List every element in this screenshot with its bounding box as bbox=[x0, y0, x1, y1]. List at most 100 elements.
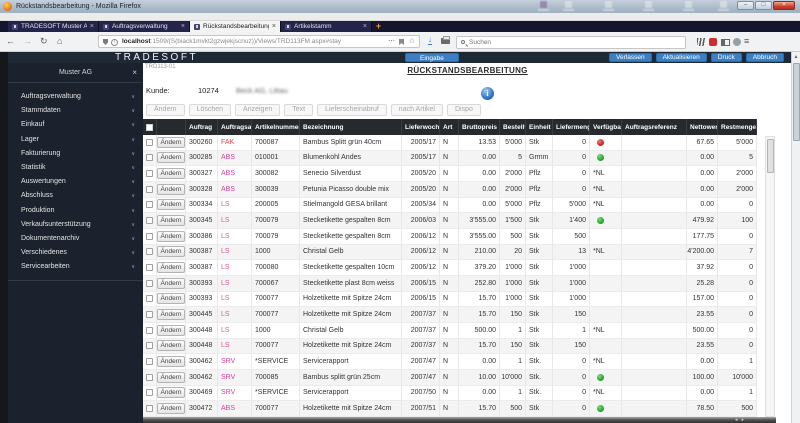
aktualisieren-button[interactable]: Aktualisieren bbox=[655, 53, 707, 62]
new-tab-button[interactable]: + bbox=[372, 21, 385, 32]
grid-scrollbar-thumb[interactable] bbox=[766, 139, 774, 173]
sidebar-item-produktion[interactable]: Produktion ∨ bbox=[8, 204, 143, 218]
row-aendern-button[interactable]: Ändern bbox=[157, 215, 185, 227]
print-icon[interactable] bbox=[441, 36, 450, 44]
text-button[interactable]: Text bbox=[284, 104, 314, 116]
row-checkbox[interactable] bbox=[146, 358, 153, 366]
row-aendern-button[interactable]: Ändern bbox=[157, 277, 185, 289]
sidebar-item-lager[interactable]: Lager ∨ bbox=[8, 133, 143, 147]
select-all-checkbox[interactable] bbox=[146, 123, 153, 131]
back-icon[interactable]: ← bbox=[6, 36, 15, 47]
sidebar-item-dokumentenarchiv[interactable]: Dokumentenarchiv ∨ bbox=[8, 232, 143, 246]
maximize-button[interactable]: □ bbox=[755, 1, 772, 10]
row-aendern-button[interactable]: Ändern bbox=[157, 230, 185, 242]
row-aendern-button[interactable]: Ändern bbox=[157, 309, 185, 321]
sidebar-item-servicearbeiten[interactable]: Servicearbeiten ∨ bbox=[8, 260, 143, 274]
tab-close-icon[interactable]: × bbox=[363, 23, 367, 30]
row-aendern-button[interactable]: Ändern bbox=[157, 387, 185, 399]
tab-close-icon[interactable]: × bbox=[181, 23, 185, 30]
row-checkbox[interactable] bbox=[146, 201, 153, 209]
row-checkbox[interactable] bbox=[146, 138, 153, 146]
row-checkbox[interactable] bbox=[146, 232, 153, 240]
eingabe-button[interactable]: Eingabe bbox=[405, 53, 459, 62]
row-checkbox[interactable] bbox=[146, 170, 153, 178]
forward-icon[interactable]: → bbox=[23, 36, 32, 47]
row-checkbox[interactable] bbox=[146, 217, 153, 225]
row-checkbox[interactable] bbox=[146, 326, 153, 334]
adblock-icon[interactable] bbox=[709, 38, 717, 46]
row-checkbox[interactable] bbox=[146, 248, 153, 256]
scroll-up-icon[interactable]: ▲ bbox=[792, 52, 800, 62]
tracking-protection-icon[interactable] bbox=[103, 39, 108, 45]
dispo-button[interactable]: Dispo bbox=[446, 104, 481, 116]
lieferscheinabruf-button[interactable]: Lieferscheinabruf bbox=[317, 104, 387, 116]
row-aendern-button[interactable]: Ändern bbox=[157, 183, 185, 195]
sidebar-item-statistik[interactable]: Statistik ∨ bbox=[8, 161, 143, 175]
row-aendern-button[interactable]: Ändern bbox=[157, 356, 185, 368]
url-bar[interactable]: i localhost:1509/(S(biack1mvkt2gzwjekjsc… bbox=[98, 35, 420, 48]
row-checkbox[interactable] bbox=[146, 404, 153, 412]
row-checkbox[interactable] bbox=[146, 373, 153, 381]
help-icon[interactable]: i bbox=[481, 87, 494, 100]
reload-icon[interactable]: ↻ bbox=[40, 36, 48, 47]
row-aendern-button[interactable]: Ändern bbox=[157, 152, 185, 164]
hscroll-arrows-icon[interactable]: ◂▸ bbox=[735, 417, 748, 423]
page-actions-icon[interactable]: ⋯ bbox=[388, 36, 395, 47]
row-checkbox[interactable] bbox=[146, 311, 153, 319]
verlassen-button[interactable]: Verlassen bbox=[609, 53, 652, 62]
row-aendern-button[interactable]: Ändern bbox=[157, 340, 185, 352]
row-checkbox[interactable] bbox=[146, 279, 153, 287]
row-checkbox[interactable] bbox=[146, 389, 153, 397]
site-info-icon[interactable]: i bbox=[111, 38, 118, 46]
grid-scrollbar[interactable] bbox=[765, 136, 775, 417]
sidebar-item-stammdaten[interactable]: Stammdaten ∨ bbox=[8, 104, 143, 118]
row-aendern-button[interactable]: Ändern bbox=[157, 168, 185, 180]
row-aendern-button[interactable]: Ändern bbox=[157, 136, 185, 148]
sidebar-item-verschiedenes[interactable]: Verschiedenes ∨ bbox=[8, 246, 143, 260]
sidebar-item-fakturierung[interactable]: Fakturierung ∨ bbox=[8, 147, 143, 161]
home-icon[interactable]: ⌂ bbox=[57, 36, 62, 47]
abbruch-button[interactable]: Abbruch bbox=[745, 53, 784, 62]
sidebar-item-einkauf[interactable]: Einkauf ∨ bbox=[8, 118, 143, 132]
tab-tradesoft-muster-ag[interactable]: TRADESOFT Muster AG × bbox=[8, 21, 99, 32]
anzeigen-button[interactable]: Anzeigen bbox=[235, 104, 281, 116]
l-schen-button[interactable]: Löschen bbox=[188, 104, 232, 116]
search-input[interactable] bbox=[469, 36, 679, 48]
tab-r-ckstandsbearbeitung[interactable]: Rückstandsbearbeitung × bbox=[190, 21, 281, 32]
druck-button[interactable]: Druck bbox=[710, 53, 742, 62]
row-aendern-button[interactable]: Ändern bbox=[157, 324, 185, 336]
row-checkbox[interactable] bbox=[146, 185, 153, 193]
pocket-icon[interactable] bbox=[399, 39, 404, 45]
tab-close-icon[interactable]: × bbox=[272, 23, 276, 30]
tab-close-icon[interactable]: × bbox=[90, 23, 94, 30]
ndern-button[interactable]: Ändern bbox=[146, 104, 185, 116]
tab-auftragsverwaltung[interactable]: Auftragsverwaltung × bbox=[99, 21, 190, 32]
close-icon[interactable]: × bbox=[132, 63, 137, 83]
row-checkbox[interactable] bbox=[146, 264, 153, 272]
row-aendern-button[interactable]: Ändern bbox=[157, 293, 185, 305]
sidebar-item-abschluss[interactable]: Abschluss ∨ bbox=[8, 189, 143, 203]
library-icon[interactable] bbox=[697, 38, 705, 46]
nach-artikel-button[interactable]: nach Artikel bbox=[390, 104, 443, 116]
row-aendern-button[interactable]: Ändern bbox=[157, 246, 185, 258]
close-button[interactable]: × bbox=[773, 1, 795, 10]
tab-artikelstamm[interactable]: Artikelstamm × bbox=[281, 21, 372, 32]
sidebar-item-auftragsverwaltung[interactable]: Auftragsverwaltung ∨ bbox=[8, 90, 143, 104]
account-icon[interactable] bbox=[733, 38, 741, 46]
search-box[interactable] bbox=[456, 35, 686, 49]
row-checkbox[interactable] bbox=[146, 154, 153, 162]
row-aendern-button[interactable]: Ändern bbox=[157, 199, 185, 211]
row-aendern-button[interactable]: Ändern bbox=[157, 371, 185, 383]
minimize-button[interactable]: – bbox=[737, 1, 754, 10]
sidebar-item-auswertungen[interactable]: Auswertungen ∨ bbox=[8, 175, 143, 189]
row-checkbox[interactable] bbox=[146, 342, 153, 350]
row-checkbox[interactable] bbox=[146, 295, 153, 303]
sidebar-item-verkaufsunterst-tzung[interactable]: Verkaufsunterstützung ∨ bbox=[8, 218, 143, 232]
row-aendern-button[interactable]: Ändern bbox=[157, 402, 185, 414]
sidebar-toggle-icon[interactable] bbox=[721, 38, 730, 46]
browser-scrollbar-thumb[interactable] bbox=[792, 63, 800, 141]
downloads-icon[interactable]: ↓ bbox=[428, 35, 432, 45]
row-aendern-button[interactable]: Ändern bbox=[157, 262, 185, 274]
menu-icon[interactable]: ≡ bbox=[744, 36, 749, 47]
browser-scrollbar[interactable]: ▲ bbox=[791, 52, 800, 423]
